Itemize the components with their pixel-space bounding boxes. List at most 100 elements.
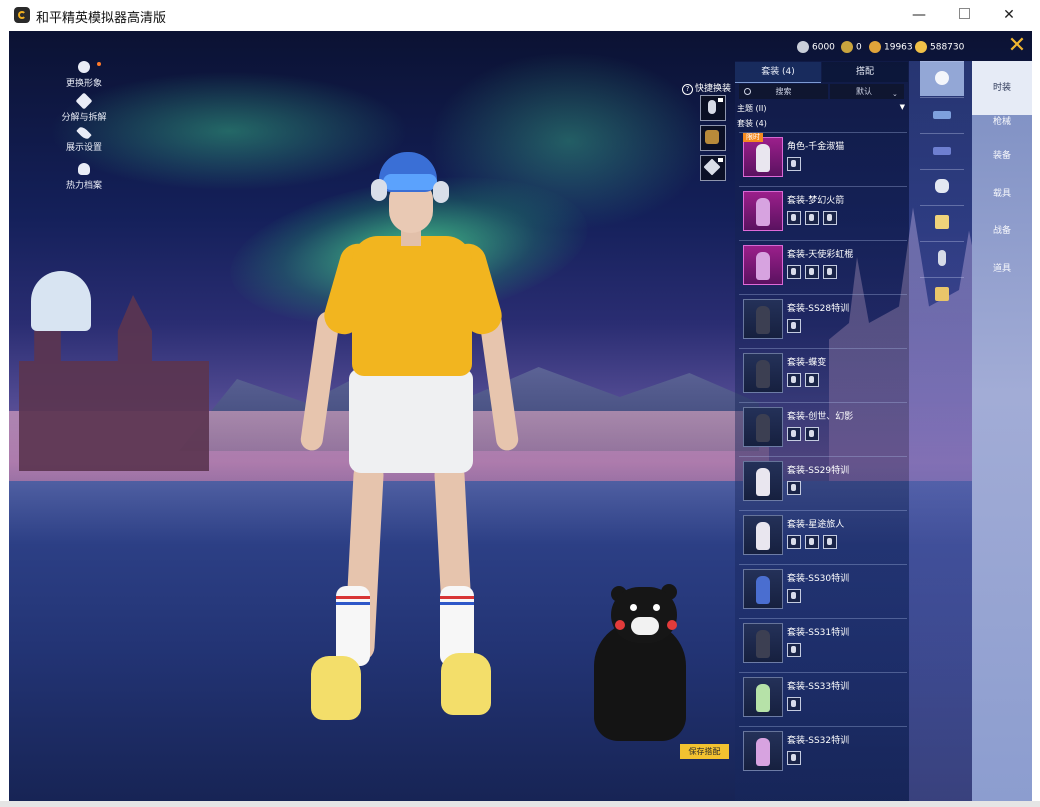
tab-combos[interactable]: 搭配	[822, 62, 908, 82]
outfit-figure-icon	[756, 684, 770, 712]
outfit-piece-icon[interactable]	[787, 535, 801, 549]
suit-section-header: 套装 (4)	[737, 119, 767, 128]
currency-silver: 6000	[797, 41, 835, 53]
notification-dot	[97, 62, 101, 66]
save-outfit-button[interactable]: 保存搭配	[680, 744, 729, 759]
outfit-piece-icon[interactable]	[805, 265, 819, 279]
outfit-item[interactable]: 套装-SS28特训	[739, 294, 907, 347]
outfit-name: 套装-星途旅人	[787, 520, 845, 530]
bird-icon	[935, 215, 949, 229]
outfit-name: 套装-梦幻火箭	[787, 196, 845, 206]
outfit-icon	[708, 100, 716, 114]
outfit-piece-icon[interactable]	[787, 373, 801, 387]
outfit-name: 角色-千金淑猫	[787, 142, 845, 152]
theme-filter[interactable]: 主题 (II) ▼	[737, 103, 905, 115]
theme-label: 主题 (II)	[737, 104, 767, 113]
category-figure-icon[interactable]	[920, 241, 964, 276]
search-icon	[744, 88, 751, 95]
outfit-piece-icon[interactable]	[787, 211, 801, 225]
disassemble-button[interactable]: 分解与拆解	[49, 92, 119, 123]
display-settings-button[interactable]: 展示设置	[49, 125, 119, 153]
dropdown-arrow-icon: ▼	[899, 103, 905, 111]
change-appearance-button[interactable]: 更换形象	[49, 61, 119, 89]
outfit-figure-icon	[756, 738, 770, 766]
outfit-thumbnail	[743, 353, 783, 393]
outfit-piece-icon[interactable]	[787, 319, 801, 333]
heat-archive-button[interactable]: 热力档案	[49, 163, 119, 191]
edit-icon	[718, 98, 723, 102]
outfit-name: 套装-创世、幻影	[787, 412, 854, 422]
outfit-figure-icon	[756, 468, 770, 496]
outfit-item[interactable]: 套装-星途旅人	[739, 510, 907, 563]
quick-slot-diamond[interactable]	[700, 155, 726, 181]
category-equip-icon[interactable]	[920, 133, 964, 168]
character-shorts	[349, 369, 473, 473]
outfit-piece-icon[interactable]	[823, 535, 837, 549]
close-window-button[interactable]: ✕	[986, 0, 1032, 31]
outfit-thumbnail	[743, 461, 783, 501]
outfit-figure-icon	[756, 360, 770, 388]
currency-gold: 588730	[915, 41, 964, 53]
outfit-piece-icon[interactable]	[787, 589, 801, 603]
outfit-piece-icon[interactable]	[787, 265, 801, 279]
outfit-piece-icon[interactable]	[787, 157, 801, 171]
outfit-name: 套装-SS30特训	[787, 574, 850, 584]
outfit-piece-icon[interactable]	[805, 535, 819, 549]
category-bird-icon[interactable]	[920, 205, 964, 240]
sort-dropdown[interactable]: 默认 ⌄	[830, 84, 904, 99]
outfit-thumbnail	[743, 245, 783, 285]
tab-suits[interactable]: 套装 (4)	[735, 62, 821, 83]
search-input[interactable]: 搜索	[739, 84, 828, 99]
category-mask-icon[interactable]	[920, 169, 964, 204]
outfit-piece-icon[interactable]	[787, 751, 801, 765]
outfit-piece-icon[interactable]	[787, 643, 801, 657]
mask-icon	[935, 179, 949, 193]
bear-cheek	[615, 620, 625, 630]
outfit-item[interactable]: 套装-SS29特训	[739, 456, 907, 509]
outfit-figure-icon	[756, 576, 770, 604]
edit-icon	[718, 158, 723, 162]
character-shoe	[441, 653, 491, 715]
outfit-name: 套装-天使彩虹棍	[787, 250, 854, 260]
sort-label: 默认	[856, 87, 872, 96]
outfit-item[interactable]: 套装-创世、幻影	[739, 402, 907, 455]
outfit-item[interactable]: 套装-梦幻火箭	[739, 186, 907, 239]
category-tab-items[interactable]: 道具	[972, 242, 1032, 296]
maximize-button[interactable]	[941, 0, 987, 31]
outfit-item[interactable]: 套装-SS32特训	[739, 726, 907, 779]
character-shirt	[352, 236, 472, 376]
quick-change-text: 快捷换装	[695, 84, 732, 94]
outfit-item[interactable]: 套装-SS31特训	[739, 618, 907, 671]
help-icon[interactable]: ?	[682, 84, 693, 95]
category-dog-icon[interactable]	[920, 277, 964, 312]
outfit-item[interactable]: 套装-蝶变	[739, 348, 907, 401]
outfit-piece-icon[interactable]	[787, 481, 801, 495]
outfit-piece-icon[interactable]	[805, 373, 819, 387]
minimize-button[interactable]: —	[896, 0, 942, 31]
outfit-piece-icon[interactable]	[787, 697, 801, 711]
character-visor	[383, 174, 437, 190]
outfit-item[interactable]: 套装-SS33特训	[739, 672, 907, 725]
currency-value: 0	[856, 42, 862, 53]
outfit-piece-icon[interactable]	[823, 265, 837, 279]
close-panel-button[interactable]: ✕	[1005, 34, 1029, 58]
title-bar: 和平精英模拟器高清版 — ✕	[0, 0, 1040, 31]
outfit-piece-icon[interactable]	[823, 211, 837, 225]
outfit-piece-icon[interactable]	[805, 211, 819, 225]
outfit-figure-icon	[756, 522, 770, 550]
window-title: 和平精英模拟器高清版	[36, 11, 167, 26]
outfit-piece-icon[interactable]	[787, 427, 801, 441]
outfit-item[interactable]: 限时 角色-千金淑猫	[739, 132, 907, 185]
outfit-name: 套装-SS28特训	[787, 304, 850, 314]
outfit-thumbnail	[743, 623, 783, 663]
quick-slot-outfit[interactable]	[700, 95, 726, 121]
outfit-thumbnail	[743, 677, 783, 717]
outfit-item[interactable]: 套装-SS30特训	[739, 564, 907, 617]
outfit-piece-icon[interactable]	[805, 427, 819, 441]
category-gun-icon[interactable]	[920, 97, 964, 132]
quick-slot-emblem[interactable]	[700, 125, 726, 151]
outfit-item[interactable]: 套装-天使彩虹棍	[739, 240, 907, 293]
category-fashion-icon[interactable]	[920, 61, 964, 96]
app-window: 和平精英模拟器高清版 — ✕ 更换形象 分解与拆解 展示设置 热力档案 ? 快捷…	[0, 0, 1040, 807]
token-icon	[841, 41, 853, 53]
